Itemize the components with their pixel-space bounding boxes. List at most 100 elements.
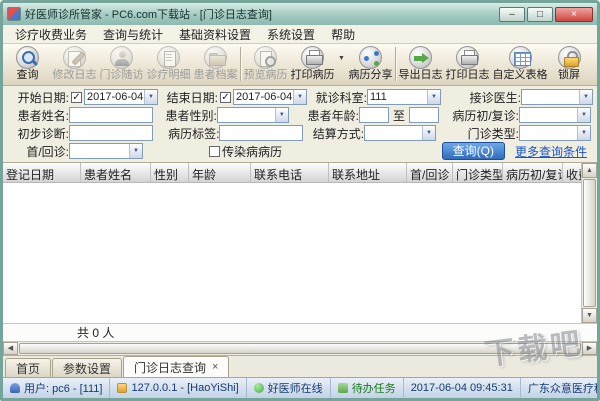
first-return-select[interactable]: ▼ bbox=[69, 143, 143, 159]
chevron-down-icon[interactable]: ▼ bbox=[422, 126, 436, 140]
patient-gender-select[interactable]: ▼ bbox=[216, 107, 289, 123]
vertical-scroll-thumb[interactable] bbox=[583, 179, 596, 307]
chevron-down-icon[interactable]: ▼ bbox=[129, 144, 142, 158]
status-pending-tasks[interactable]: 待办任务 bbox=[331, 378, 404, 398]
outpatient-type-label: 门诊类型: bbox=[467, 126, 520, 141]
end-date-checkbox[interactable] bbox=[220, 91, 231, 103]
window-controls: – □ × bbox=[499, 6, 593, 22]
online-status-icon bbox=[253, 383, 264, 393]
app-window: 好医师诊所管家 - PC6.com下载站 - [门诊日志查询] – □ × 诊疗… bbox=[0, 0, 600, 401]
tab-outpatient-log-query[interactable]: 门诊日志查询 × bbox=[123, 356, 230, 377]
toolbar-share-record-button[interactable]: 病历分享 bbox=[347, 45, 394, 82]
column-header-record-visit[interactable]: 病历初/复诊 bbox=[503, 163, 563, 182]
initial-diagnosis-input[interactable] bbox=[69, 125, 153, 141]
log-grid: 登记日期 患者姓名 性别 年龄 联系电话 联系地址 首/回诊 门诊类型 病历初/… bbox=[3, 162, 597, 355]
database-icon bbox=[117, 383, 128, 393]
end-date-select[interactable]: 2017-06-04 ▼ bbox=[233, 89, 307, 105]
patient-name-input[interactable] bbox=[69, 107, 153, 123]
close-button[interactable]: × bbox=[555, 6, 593, 22]
print-record-dropdown-arrow-icon[interactable]: ▼ bbox=[336, 45, 347, 62]
scroll-up-icon[interactable]: ▲ bbox=[582, 163, 597, 178]
start-date-select[interactable]: 2017-06-04 ▼ bbox=[84, 89, 158, 105]
toolbar-clipped-button[interactable] bbox=[589, 45, 597, 69]
column-header-outpatient-type[interactable]: 门诊类型 bbox=[453, 163, 503, 182]
patient-archive-icon bbox=[204, 46, 227, 69]
column-header-fee-amount[interactable]: 收费金额 bbox=[563, 163, 581, 182]
doctor-select[interactable]: ▼ bbox=[521, 89, 593, 105]
grid-content: 登记日期 患者姓名 性别 年龄 联系电话 联系地址 首/回诊 门诊类型 病历初/… bbox=[3, 163, 581, 323]
title-bar: 好医师诊所管家 - PC6.com下载站 - [门诊日志查询] – □ × bbox=[3, 3, 597, 25]
menu-item-query-stats[interactable]: 查询与统计 bbox=[95, 25, 171, 44]
column-header-address[interactable]: 联系地址 bbox=[329, 163, 407, 182]
toolbar-print-record-button[interactable]: 打印病历 bbox=[289, 45, 336, 82]
department-label: 就诊科室: bbox=[315, 90, 367, 105]
status-online[interactable]: 好医师在线 bbox=[247, 378, 331, 398]
toolbar-query-button[interactable]: 查询 bbox=[4, 45, 51, 82]
tab-parameter-settings[interactable]: 参数设置 bbox=[52, 358, 123, 377]
menu-bar: 诊疗收费业务 查询与统计 基础资料设置 系统设置 帮助 bbox=[3, 25, 597, 44]
infectious-record-checkbox[interactable] bbox=[209, 145, 220, 157]
toolbar-followup-button[interactable]: 门诊随访 bbox=[98, 45, 145, 82]
column-header-first-return[interactable]: 首/回诊 bbox=[407, 163, 453, 182]
record-tag-label: 病历标签: bbox=[168, 126, 220, 141]
chevron-down-icon[interactable]: ▼ bbox=[144, 90, 157, 104]
infectious-record-label: 传染病病历 bbox=[222, 144, 283, 159]
toolbar-custom-table-button[interactable]: 自定义表格 bbox=[491, 45, 549, 82]
initial-diagnosis-label: 初步诊断: bbox=[17, 126, 69, 141]
toolbar-patient-archive-button[interactable]: 患者档案 bbox=[192, 45, 239, 82]
department-select[interactable]: 111 ▼ bbox=[367, 89, 441, 105]
status-datetime: 2017-06-04 09:45:31 bbox=[404, 378, 521, 398]
start-date-label: 开始日期: bbox=[17, 90, 69, 105]
record-tag-input[interactable] bbox=[219, 125, 304, 141]
tab-close-icon[interactable]: × bbox=[212, 362, 218, 373]
scroll-left-icon[interactable]: ◀ bbox=[3, 342, 18, 355]
chevron-down-icon[interactable]: ▼ bbox=[577, 108, 590, 122]
more-conditions-link[interactable]: 更多查询条件 bbox=[515, 143, 587, 160]
chevron-down-icon[interactable]: ▼ bbox=[577, 126, 591, 140]
age-from-input[interactable] bbox=[359, 107, 389, 123]
toolbar: 查询 修改日志 门诊随访 诊疗明细 患者档案 预览病历 打印病历 ▼ 病历分享 … bbox=[3, 44, 597, 86]
column-header-register-date[interactable]: 登记日期 bbox=[3, 163, 81, 182]
menu-item-base-data[interactable]: 基础资料设置 bbox=[171, 25, 259, 44]
scroll-down-icon[interactable]: ▼ bbox=[582, 308, 597, 323]
custom-table-icon bbox=[508, 46, 532, 69]
query-button[interactable]: 查询(Q) bbox=[441, 142, 505, 160]
record-visit-select[interactable]: ▼ bbox=[519, 107, 591, 123]
horizontal-scroll-thumb[interactable] bbox=[19, 343, 581, 354]
status-bar: 用户: pc6 - [111] 127.0.0.1 - [HaoYiShi] 好… bbox=[3, 377, 597, 398]
column-header-patient-name[interactable]: 患者姓名 bbox=[81, 163, 151, 182]
app-icon bbox=[7, 7, 21, 21]
horizontal-scrollbar[interactable]: ◀ ▶ bbox=[3, 341, 597, 355]
toolbar-treatment-detail-button[interactable]: 诊疗明细 bbox=[145, 45, 192, 82]
doctor-label: 接诊医生: bbox=[469, 90, 521, 105]
chevron-down-icon[interactable]: ▼ bbox=[274, 108, 288, 122]
menu-item-billing[interactable]: 诊疗收费业务 bbox=[7, 25, 95, 44]
menu-item-help[interactable]: 帮助 bbox=[323, 25, 363, 44]
toolbar-export-log-button[interactable]: 导出日志 bbox=[397, 45, 444, 82]
record-visit-label: 病历初/复诊: bbox=[452, 108, 519, 123]
toolbar-edit-log-button[interactable]: 修改日志 bbox=[51, 45, 98, 82]
toolbar-preview-record-button[interactable]: 预览病历 bbox=[242, 45, 289, 82]
maximize-button[interactable]: □ bbox=[527, 6, 553, 22]
status-user: 用户: pc6 - [111] bbox=[3, 378, 111, 398]
column-header-gender[interactable]: 性别 bbox=[151, 163, 189, 182]
toolbar-lock-screen-button[interactable]: 锁屏 bbox=[549, 45, 589, 82]
column-header-age[interactable]: 年龄 bbox=[189, 163, 251, 182]
tab-home[interactable]: 首页 bbox=[5, 358, 52, 377]
minimize-button[interactable]: – bbox=[499, 6, 525, 22]
toolbar-print-log-button[interactable]: 打印日志 bbox=[444, 45, 491, 82]
status-server: 127.0.0.1 - [HaoYiShi] bbox=[110, 378, 247, 398]
vertical-scrollbar[interactable]: ▲ ▼ bbox=[581, 163, 597, 323]
age-to-input[interactable] bbox=[409, 107, 440, 123]
settlement-select[interactable]: ▼ bbox=[364, 125, 437, 141]
menu-item-system-settings[interactable]: 系统设置 bbox=[259, 25, 323, 44]
chevron-down-icon[interactable]: ▼ bbox=[293, 90, 306, 104]
start-date-checkbox[interactable] bbox=[71, 91, 82, 103]
chevron-down-icon[interactable]: ▼ bbox=[427, 90, 440, 104]
scroll-right-icon[interactable]: ▶ bbox=[582, 342, 597, 355]
search-icon bbox=[16, 46, 39, 69]
outpatient-type-select[interactable]: ▼ bbox=[519, 125, 592, 141]
print-record-icon bbox=[301, 46, 324, 69]
column-header-phone[interactable]: 联系电话 bbox=[251, 163, 329, 182]
chevron-down-icon[interactable]: ▼ bbox=[579, 90, 592, 104]
